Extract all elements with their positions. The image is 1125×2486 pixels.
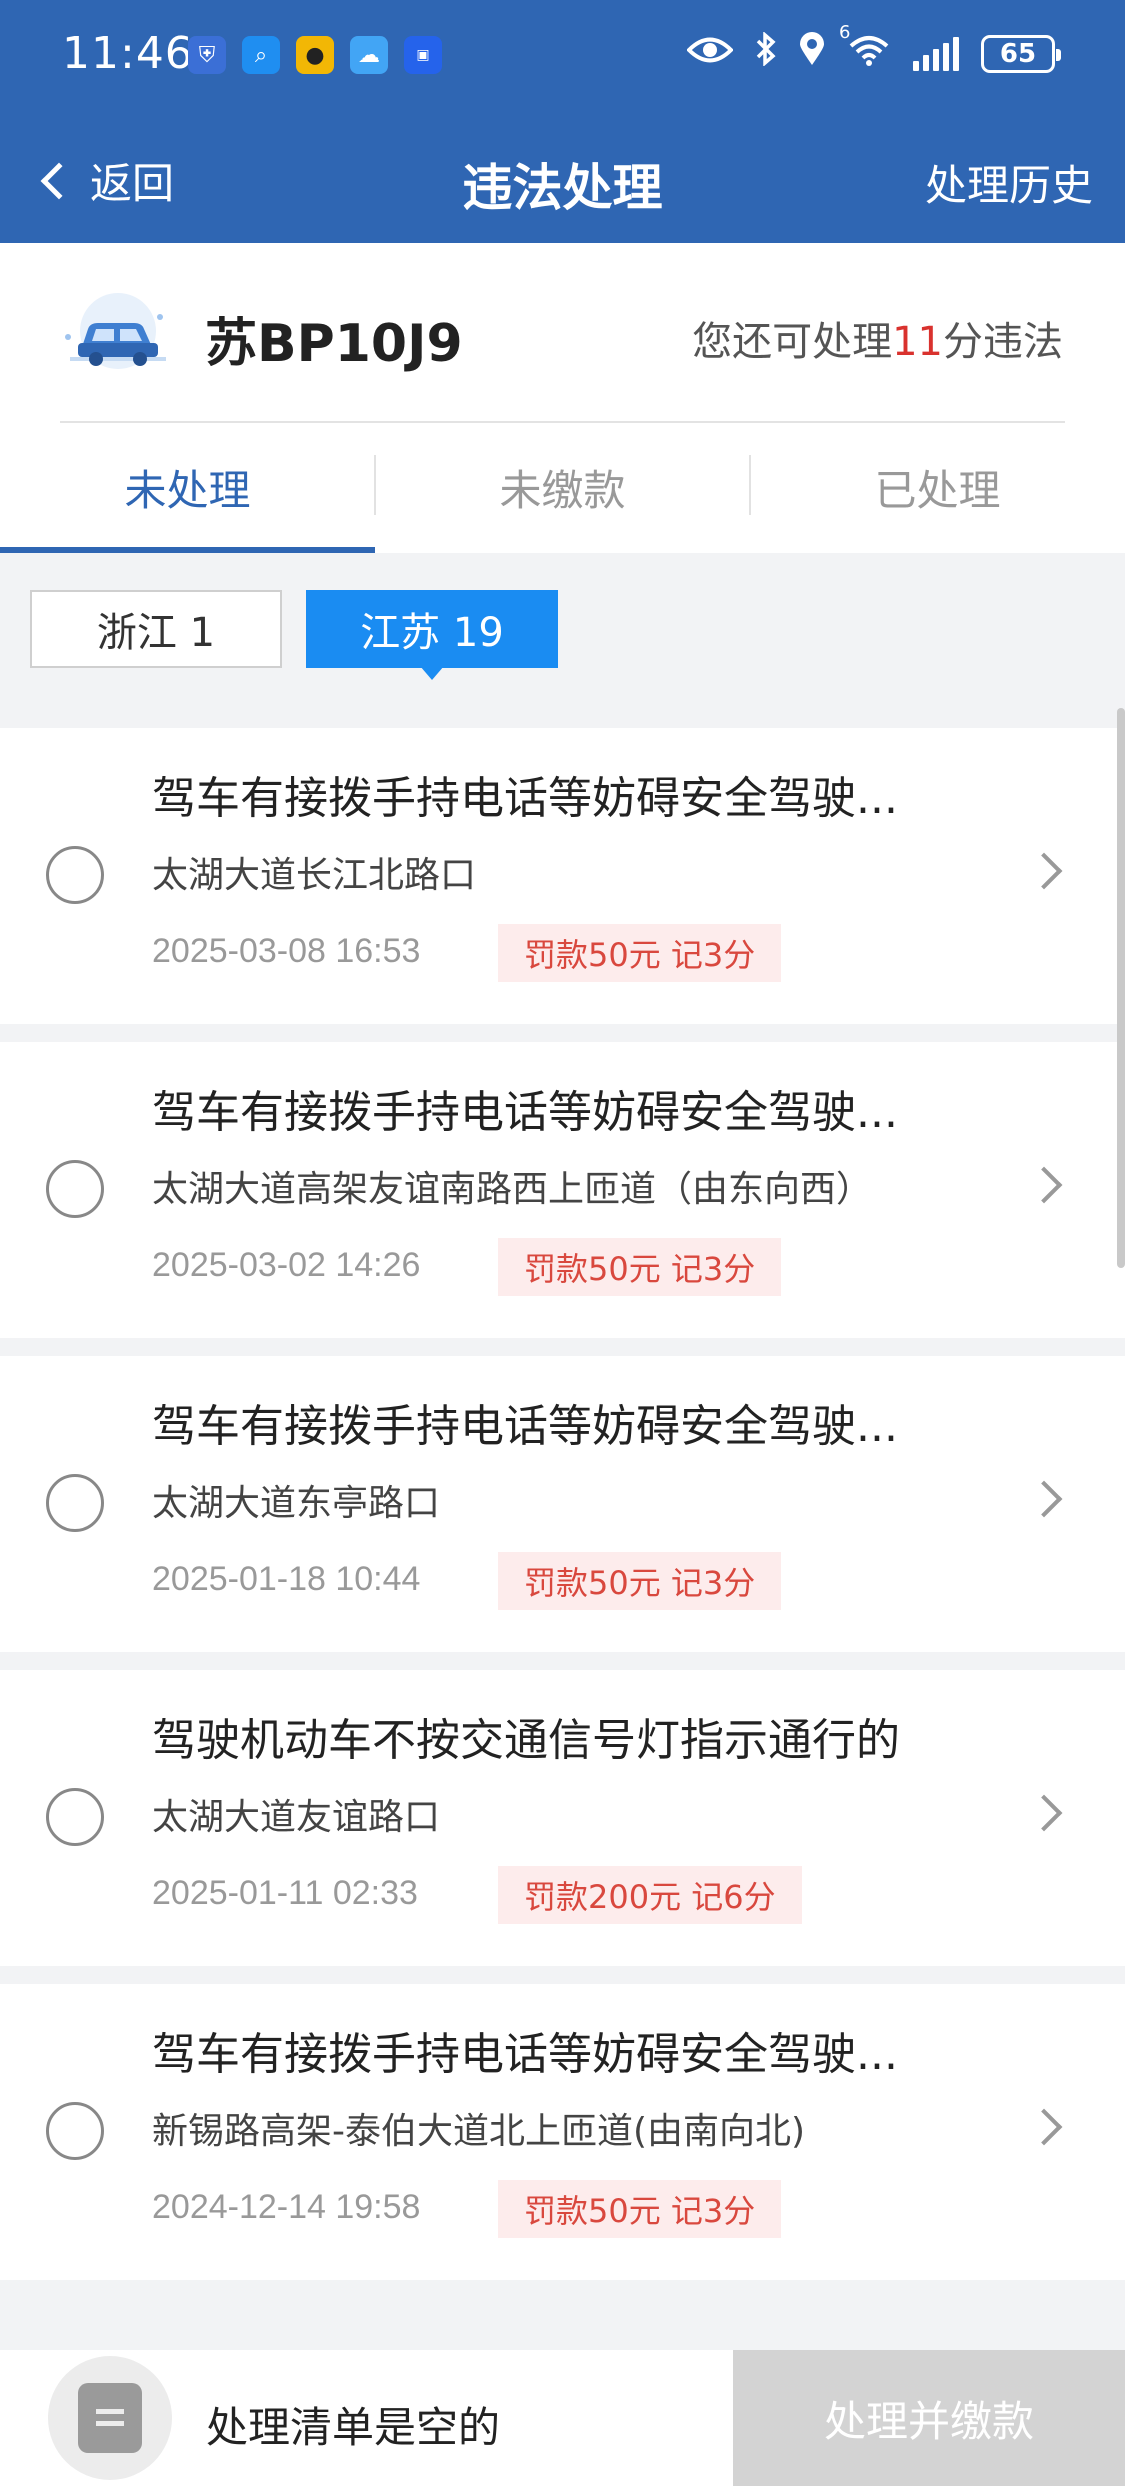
network-type-label: 6 <box>839 22 851 43</box>
penalty-badge: 罚款50元 记3分 <box>498 2180 782 2238</box>
status-bar: 11:46 ⛨ ⌕ ● ☁ ▣ 6 65 <box>0 0 1125 112</box>
autohome-app-icon: ▣ <box>404 36 442 74</box>
select-radio[interactable] <box>46 846 104 904</box>
cart-button[interactable] <box>48 2356 172 2480</box>
notification-app-icons: ⛨ ⌕ ● ☁ ▣ <box>188 36 442 74</box>
app-header: 11:46 ⛨ ⌕ ● ☁ ▣ 6 65 返回 违法处理 处理历史 <box>0 0 1125 243</box>
violation-title: 驾车有接拨手持电话等妨碍安全驾驶... <box>152 773 898 824</box>
penalty-badge: 罚款200元 记6分 <box>498 1866 802 1924</box>
violation-title: 驾车有接拨手持电话等妨碍安全驾驶... <box>152 1087 898 1138</box>
shield-app-icon: ⛨ <box>188 36 226 74</box>
chevron-right-icon <box>1025 2108 1063 2146</box>
violation-datetime: 2024-12-14 19:58 <box>152 2188 421 2226</box>
select-radio[interactable] <box>46 1474 104 1532</box>
car-icon <box>56 287 176 377</box>
violation-item[interactable]: 驾车有接拨手持电话等妨碍安全驾驶... 太湖大道高架友谊南路西上匝道（由东向西）… <box>0 1042 1125 1338</box>
violation-location: 太湖大道长江北路口 <box>152 855 477 896</box>
violation-item[interactable]: 驾车有接拨手持电话等妨碍安全驾驶... 新锡路高架-泰伯大道北上匝道(由南向北)… <box>0 1984 1125 2280</box>
violation-item[interactable]: 驾驶机动车不按交通信号灯指示通行的 太湖大道友谊路口 2025-01-11 02… <box>0 1670 1125 1966</box>
violation-datetime: 2025-03-02 14:26 <box>152 1246 421 1284</box>
tab-processed[interactable]: 已处理 <box>750 423 1125 553</box>
violation-item[interactable]: 驾车有接拨手持电话等妨碍安全驾驶... 太湖大道长江北路口 2025-03-08… <box>0 728 1125 1024</box>
nav-bar: 返回 违法处理 处理历史 <box>0 112 1125 243</box>
battery-level: 65 <box>999 38 1037 69</box>
tab-unprocessed[interactable]: 未处理 <box>0 423 375 553</box>
bluetooth-icon <box>755 31 777 75</box>
clipboard-icon <box>78 2383 142 2453</box>
chevron-right-icon <box>1025 1166 1063 1204</box>
penalty-badge: 罚款50元 记3分 <box>498 924 782 982</box>
vehicle-summary: 苏BP10J9 您还可处理11分违法 <box>0 243 1125 423</box>
search-app-icon: ⌕ <box>242 36 280 74</box>
tab-divider <box>374 455 376 515</box>
eye-icon <box>686 34 734 74</box>
violation-datetime: 2025-03-08 16:53 <box>152 932 421 970</box>
violation-datetime: 2025-01-11 02:33 <box>152 1874 418 1912</box>
tab-unpaid[interactable]: 未缴款 <box>375 423 750 553</box>
location-icon <box>799 32 825 75</box>
quota-value: 11 <box>892 319 943 365</box>
points-quota: 您还可处理11分违法 <box>692 309 1063 367</box>
scrollbar[interactable] <box>1117 708 1125 1268</box>
select-radio[interactable] <box>46 1788 104 1846</box>
status-indicators: 6 65 <box>686 22 1061 75</box>
cell-signal-icon <box>913 36 959 71</box>
violation-title: 驾驶机动车不按交通信号灯指示通行的 <box>152 1715 900 1766</box>
select-radio[interactable] <box>46 2102 104 2160</box>
province-filter: 浙江 1 江苏 19 <box>30 590 558 680</box>
violation-location: 新锡路高架-泰伯大道北上匝道(由南向北) <box>152 2111 806 2152</box>
car-app-icon: ● <box>296 36 334 74</box>
violation-datetime: 2025-01-18 10:44 <box>152 1560 421 1598</box>
penalty-badge: 罚款50元 记3分 <box>498 1238 782 1296</box>
violation-location: 太湖大道东亭路口 <box>152 1483 441 1524</box>
wifi-icon: 6 <box>839 22 891 75</box>
province-chip-zhejiang[interactable]: 浙江 1 <box>30 590 282 668</box>
battery-icon: 65 <box>981 34 1061 73</box>
violation-title: 驾车有接拨手持电话等妨碍安全驾驶... <box>152 2029 898 2080</box>
process-and-pay-button[interactable]: 处理并缴款 <box>733 2350 1125 2486</box>
province-chip-jiangsu[interactable]: 江苏 19 <box>306 590 558 680</box>
violation-location: 太湖大道高架友谊南路西上匝道（由东向西） <box>152 1169 873 1210</box>
penalty-badge: 罚款50元 记3分 <box>498 1552 782 1610</box>
cart-status: 处理清单是空的 <box>206 2403 501 2452</box>
tab-divider <box>749 455 751 515</box>
history-button[interactable]: 处理历史 <box>925 152 1093 213</box>
quota-prefix: 您还可处理 <box>692 319 893 365</box>
violation-location: 太湖大道友谊路口 <box>152 1797 441 1838</box>
status-tabs: 未处理 未缴款 已处理 <box>0 423 1125 553</box>
chevron-right-icon <box>1025 1480 1063 1518</box>
chevron-right-icon <box>1025 1794 1063 1832</box>
quota-suffix: 分违法 <box>943 319 1063 365</box>
violation-list: 驾车有接拨手持电话等妨碍安全驾驶... 太湖大道长江北路口 2025-03-08… <box>0 728 1125 2298</box>
violation-item[interactable]: 驾车有接拨手持电话等妨碍安全驾驶... 太湖大道东亭路口 2025-01-18 … <box>0 1356 1125 1652</box>
select-radio[interactable] <box>46 1160 104 1218</box>
violation-title: 驾车有接拨手持电话等妨碍安全驾驶... <box>152 1401 898 1452</box>
chevron-right-icon <box>1025 852 1063 890</box>
plate-number: 苏BP10J9 <box>205 314 463 374</box>
bottom-action-bar: 处理清单是空的 处理并缴款 <box>0 2350 1125 2486</box>
status-time: 11:46 <box>62 28 194 79</box>
weather-app-icon: ☁ <box>350 36 388 74</box>
